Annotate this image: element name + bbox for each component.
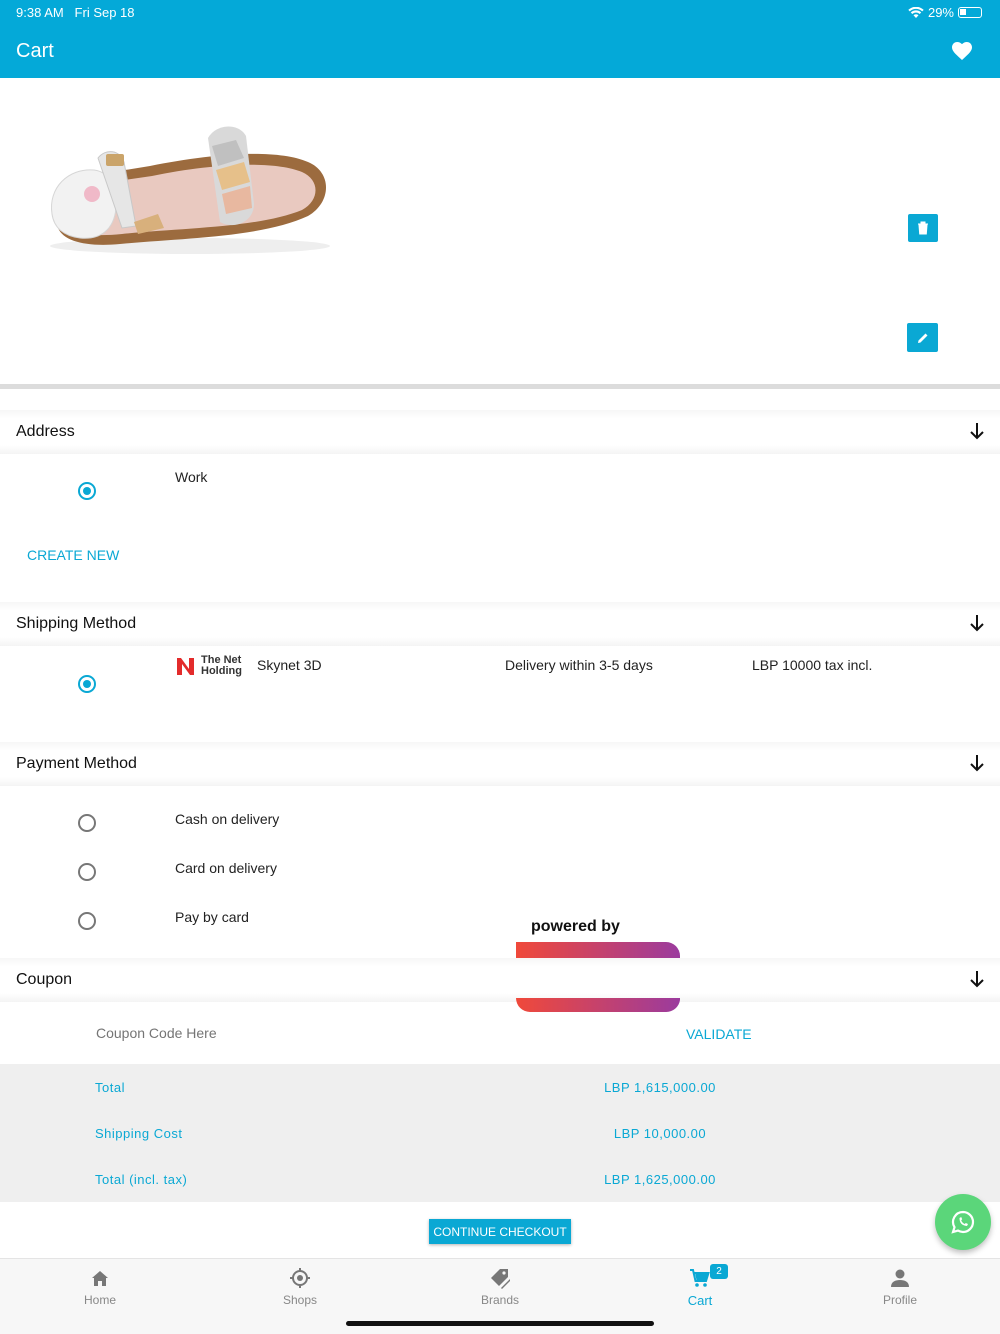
address-title: Address xyxy=(16,423,75,440)
app-bar: Cart xyxy=(0,24,1000,78)
shipping-radio-skynet[interactable] xyxy=(78,675,96,693)
tab-shops[interactable]: Shops xyxy=(240,1267,360,1307)
product-image[interactable] xyxy=(40,118,340,258)
trash-icon xyxy=(918,221,928,235)
shipping-name: Skynet 3D xyxy=(257,657,322,673)
delete-button[interactable] xyxy=(908,214,938,242)
shipping-price: LBP 10000 tax incl. xyxy=(752,657,873,673)
coupon-header[interactable]: Coupon xyxy=(0,958,1000,1002)
payment-radio-card-delivery[interactable] xyxy=(78,863,96,881)
shipping-cost-value: LBP 10,000.00 xyxy=(613,1126,707,1141)
tab-cart[interactable]: 2 Cart xyxy=(640,1264,760,1308)
coupon-title: Coupon xyxy=(16,971,73,988)
heart-icon[interactable] xyxy=(950,39,974,63)
carrier-logo-line2: Holding xyxy=(201,665,242,677)
shipping-delivery: Delivery within 3-5 days xyxy=(505,657,653,673)
tab-brands[interactable]: Brands xyxy=(440,1267,560,1307)
home-indicator xyxy=(346,1321,654,1326)
status-right: 29% xyxy=(908,5,982,20)
tag-icon xyxy=(491,1269,510,1289)
page-title: Cart xyxy=(16,40,54,62)
grand-total-label: Total (incl. tax) xyxy=(95,1172,188,1187)
address-option-label: Work xyxy=(175,469,208,485)
arrow-down-icon xyxy=(970,971,984,988)
coupon-input[interactable] xyxy=(96,1020,476,1046)
payment-radio-pay-card[interactable] xyxy=(78,912,96,930)
wifi-icon xyxy=(908,6,924,18)
tab-home-label: Home xyxy=(83,1293,116,1307)
shipping-header[interactable]: Shipping Method xyxy=(0,602,1000,646)
tab-profile[interactable]: Profile xyxy=(840,1267,960,1307)
payment-option-cash: Cash on delivery xyxy=(175,811,280,827)
tab-profile-label: Profile xyxy=(882,1293,917,1307)
carrier-logo: The Net Holding xyxy=(176,655,246,677)
status-time: 9:38 AM Fri Sep 18 xyxy=(16,5,135,20)
validate-button[interactable]: VALIDATE xyxy=(686,1026,752,1042)
payment-option-pay-card: Pay by card xyxy=(175,909,249,925)
battery-icon xyxy=(958,7,982,18)
cart-icon xyxy=(690,1269,710,1287)
net-logo-icon xyxy=(177,658,194,675)
whatsapp-icon xyxy=(951,1210,975,1234)
home-icon xyxy=(92,1271,108,1286)
totals-panel: Total LBP 1,615,000.00 Shipping Cost LBP… xyxy=(0,1064,1000,1202)
location-icon xyxy=(290,1268,310,1288)
divider xyxy=(0,384,1000,389)
tab-shops-label: Shops xyxy=(282,1293,318,1307)
continue-checkout-button[interactable]: CONTINUE CHECKOUT xyxy=(429,1219,571,1244)
address-radio-work[interactable] xyxy=(78,482,96,500)
powered-by-text: powered by xyxy=(531,918,620,935)
arrow-down-icon xyxy=(970,423,984,440)
cart-badge: 2 xyxy=(710,1264,728,1279)
status-bar: 9:38 AM Fri Sep 18 29% xyxy=(0,0,1000,24)
payment-option-card-delivery: Card on delivery xyxy=(175,860,277,876)
tab-home[interactable]: Home xyxy=(40,1267,160,1307)
total-label: Total xyxy=(95,1080,125,1095)
whatsapp-button[interactable] xyxy=(935,1194,991,1250)
arrow-down-icon xyxy=(970,755,984,772)
shipping-title: Shipping Method xyxy=(16,615,137,632)
payment-header[interactable]: Payment Method xyxy=(0,742,1000,786)
tab-brands-label: Brands xyxy=(480,1293,520,1307)
grand-total-value: LBP 1,625,000.00 xyxy=(604,1172,716,1187)
arrow-down-icon xyxy=(970,615,984,632)
edit-button[interactable] xyxy=(907,323,938,352)
person-icon xyxy=(891,1269,909,1287)
cart-item xyxy=(0,78,1000,384)
payment-radio-cash[interactable] xyxy=(78,814,96,832)
total-value: LBP 1,615,000.00 xyxy=(604,1080,716,1095)
address-header[interactable]: Address xyxy=(0,410,1000,454)
create-new-address-link[interactable]: CREATE NEW xyxy=(27,547,119,563)
tab-cart-label: Cart xyxy=(687,1293,713,1308)
payment-title: Payment Method xyxy=(16,755,137,772)
battery-percent: 29% xyxy=(927,5,954,20)
pencil-icon xyxy=(917,333,927,343)
shipping-cost-label: Shipping Cost xyxy=(95,1126,183,1141)
